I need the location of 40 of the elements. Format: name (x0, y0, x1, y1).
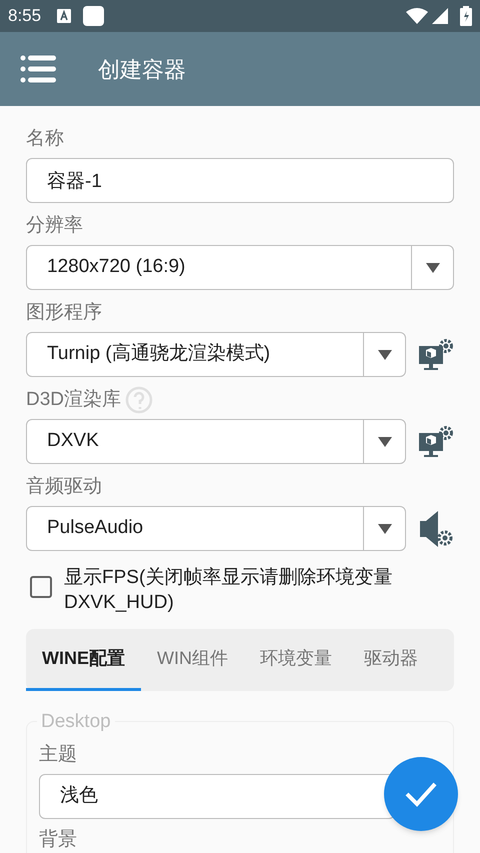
tab[interactable]: WINE配置 (26, 629, 141, 691)
dropdown-caret-icon (426, 262, 440, 272)
dropdown-field[interactable]: PulseAudio (26, 506, 406, 551)
tab[interactable]: WIN组件 (141, 629, 244, 691)
notification-icon (83, 6, 104, 26)
notification-icon (57, 9, 72, 23)
dropdown-field[interactable]: Turnip (高通骁龙渲染模式) (26, 332, 406, 377)
field-label: 音频驱动 (26, 474, 102, 499)
wifi-icon (406, 8, 428, 24)
dropdown-field[interactable]: 浅色 (39, 774, 395, 819)
check-icon (404, 781, 438, 807)
toolbar-title: 创建容器 (98, 56, 186, 84)
speaker-gear-icon[interactable] (418, 508, 454, 548)
dropdown-caret-icon (378, 436, 392, 446)
tab[interactable]: 环境变量 (244, 629, 348, 691)
field-label: 图形程序 (26, 300, 102, 325)
dropdown-value: DXVK (46, 429, 100, 454)
status-time: 8:55 (8, 5, 42, 28)
field-label: 分辨率 (26, 214, 83, 238)
dropdown-caret-icon (378, 524, 392, 534)
field-label: 主题 (39, 742, 77, 767)
field-label: 名称 (26, 126, 64, 151)
monitor-gear-icon[interactable] (418, 338, 454, 372)
monitor-gear-icon[interactable] (418, 424, 454, 458)
checkbox-label: 显示FPS(关闭帧率显示请删除环境变量DXVK_HUD) (64, 566, 394, 615)
checkbox[interactable] (30, 576, 52, 598)
field-label: D3D渲染库 (26, 388, 122, 412)
dropdown-field[interactable]: DXVK (26, 419, 406, 464)
text-field[interactable]: 容器-1 (26, 158, 454, 203)
dropdown-field[interactable]: 1280x720 (16:9) (26, 245, 454, 290)
field-label: 背景 (39, 828, 77, 852)
dropdown-value: PulseAudio (46, 516, 144, 540)
dropdown-caret-icon (378, 350, 392, 360)
battery-icon (460, 6, 472, 26)
menu-icon[interactable] (20, 54, 56, 84)
dropdown-value: 浅色 (59, 784, 99, 808)
dropdown-value: 1280x720 (16:9) (46, 255, 186, 280)
tab[interactable]: 驱动器 (348, 629, 434, 691)
signal-icon (432, 8, 448, 24)
dropdown-value: Turnip (高通骁龙渲染模式) (46, 342, 272, 366)
